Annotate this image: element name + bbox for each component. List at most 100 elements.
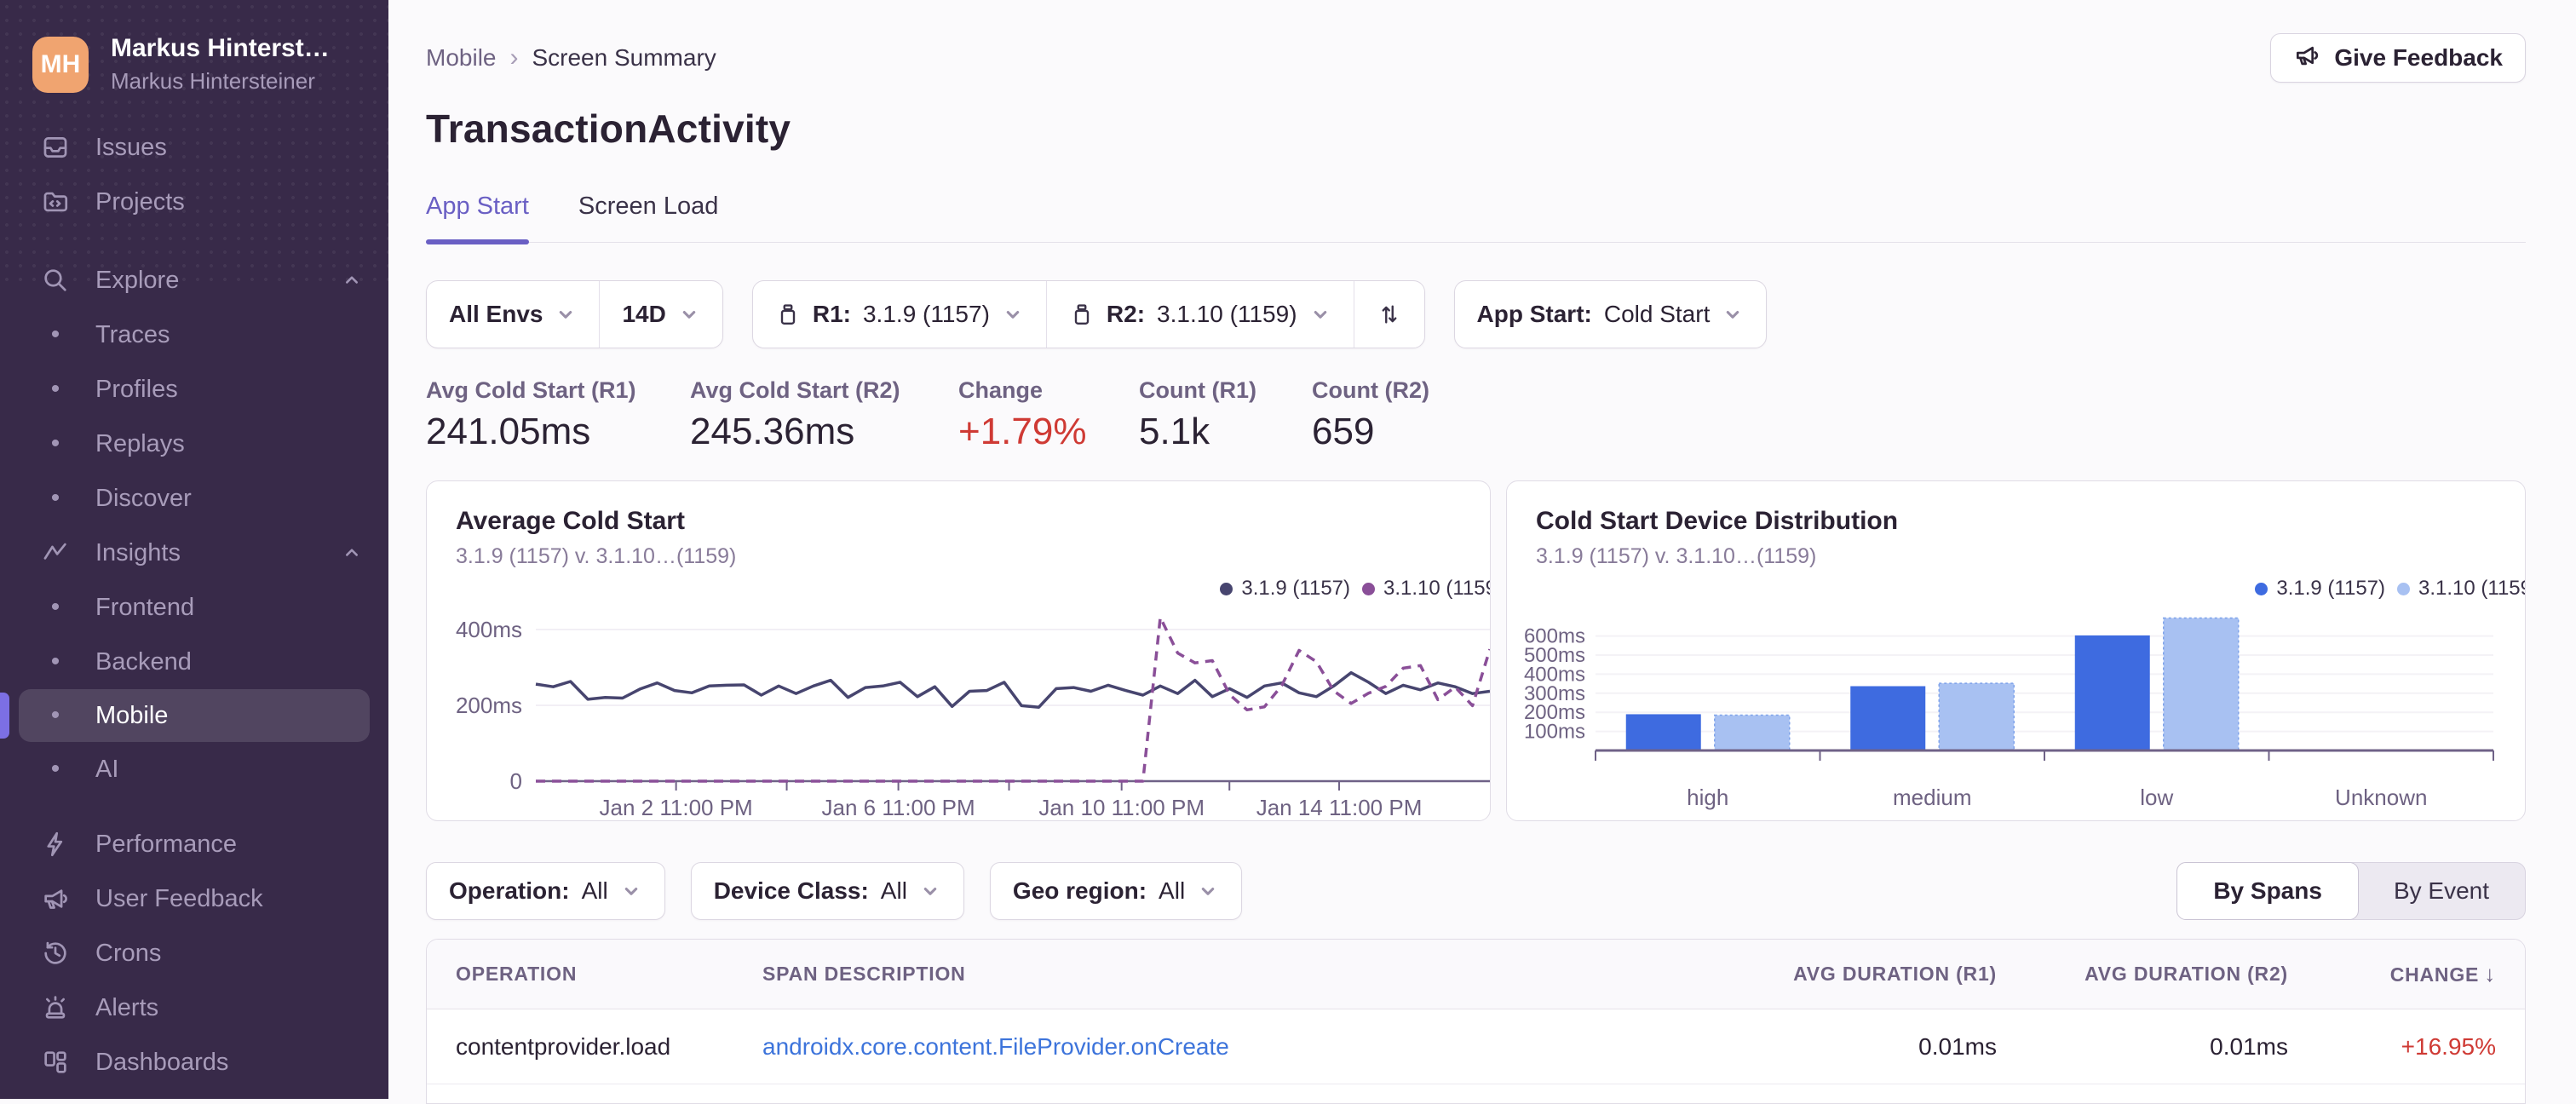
svg-text:0: 0 — [510, 768, 522, 794]
chart-title: Average Cold Start — [456, 507, 1490, 536]
filter-r2-[interactable]: R2:3.1.10 (1159) — [1046, 281, 1354, 348]
view-toggle: By SpansBy Event — [2176, 862, 2526, 920]
stat-value: 5.1k — [1139, 411, 1312, 453]
sidebar-nav: IssuesProjectsExplore•Traces•Profiles•Re… — [0, 120, 388, 1099]
column-header-change[interactable]: CHANGE↓ — [2288, 961, 2525, 987]
sidebar-item-releases[interactable]: Releases — [0, 1090, 388, 1099]
sidebar-item-insights[interactable]: Insights — [0, 526, 388, 580]
toggle-by-event[interactable]: By Event — [2358, 863, 2525, 919]
filter-group: All Envs14D — [426, 280, 723, 348]
filter-device-class-[interactable]: Device Class:All — [691, 862, 964, 920]
tab-app-start[interactable]: App Start — [426, 193, 529, 242]
breadcrumb-mobile[interactable]: Mobile — [426, 44, 496, 72]
legend-dot-icon — [1362, 583, 1375, 595]
chevron-down-icon — [555, 303, 577, 325]
org-switcher[interactable]: MH Markus Hinterst… Markus Hintersteiner — [0, 0, 388, 120]
filter-all-envs[interactable]: All Envs — [427, 281, 599, 348]
filter-bar: All Envs14D R1:3.1.9 (1157)R2:3.1.10 (115… — [426, 280, 2526, 348]
megaphone-icon — [37, 884, 73, 913]
sidebar-item-profiles[interactable]: •Profiles — [0, 362, 388, 417]
toggle-by-spans[interactable]: By Spans — [2176, 862, 2359, 920]
siren-icon — [37, 993, 73, 1022]
svg-text:200ms: 200ms — [456, 693, 522, 718]
bullet-icon: • — [37, 375, 73, 404]
chevron-down-icon — [919, 880, 941, 902]
sidebar-item-backend[interactable]: •Backend — [0, 635, 388, 689]
filter-r1-[interactable]: R1:3.1.9 (1157) — [753, 281, 1046, 348]
legend-entry[interactable]: 3.1.9 (1157) — [2255, 577, 2385, 601]
chevron-up-icon — [341, 269, 363, 291]
chart-subtitle: 3.1.9 (1157) v. 3.1.10…(1159) — [1536, 544, 2525, 569]
sidebar-item-discover[interactable]: •Discover — [0, 471, 388, 526]
sidebar-item-explore[interactable]: Explore — [0, 253, 388, 308]
chevron-down-icon — [678, 303, 700, 325]
filter-group: App Start:Cold Start — [1454, 280, 1768, 348]
user-display-name: Markus Hinterst… — [111, 34, 330, 63]
breadcrumb-chevron-icon: › — [509, 43, 518, 72]
sidebar: MH Markus Hinterst… Markus Hintersteiner… — [0, 0, 388, 1099]
svg-text:high: high — [1687, 785, 1728, 810]
column-header-span-description[interactable]: SPAN DESCRIPTION — [762, 963, 1639, 986]
chart-title: Cold Start Device Distribution — [1536, 507, 2525, 536]
sidebar-item-crons[interactable]: Crons — [0, 926, 388, 980]
svg-text:400ms: 400ms — [456, 617, 522, 642]
tab-screen-load[interactable]: Screen Load — [578, 193, 718, 242]
breadcrumb: Mobile › Screen Summary — [426, 43, 716, 72]
svg-text:Jan 6 11:00 PM: Jan 6 11:00 PM — [822, 795, 975, 820]
bullet-icon: • — [37, 593, 73, 622]
sidebar-item-performance[interactable]: Performance — [0, 817, 388, 871]
legend-entry[interactable]: 3.1.9 (1157) — [1220, 577, 1350, 601]
svg-text:low: low — [2140, 785, 2173, 810]
filter-swap-icon[interactable] — [1354, 281, 1424, 348]
stat-avg-cold-start-r1-: Avg Cold Start (R1)241.05ms — [426, 377, 690, 453]
chart-legend: 3.1.9 (1157) 3.1.10 (1159) — [1220, 577, 1491, 601]
filter-group: R1:3.1.9 (1157)R2:3.1.10 (1159) — [752, 280, 1425, 348]
sidebar-item-frontend[interactable]: •Frontend — [0, 580, 388, 635]
column-header-operation[interactable]: OPERATION — [427, 963, 762, 986]
sidebar-item-issues[interactable]: Issues — [0, 120, 388, 175]
sidebar-item-user-feedback[interactable]: User Feedback — [0, 871, 388, 926]
sidebar-item-dashboards[interactable]: Dashboards — [0, 1035, 388, 1090]
chevron-down-icon — [620, 880, 642, 902]
filter-14d[interactable]: 14D — [599, 281, 722, 348]
filter-app-start-[interactable]: App Start:Cold Start — [1455, 281, 1767, 348]
stat-value: 245.36ms — [690, 411, 958, 453]
bullet-icon: • — [37, 701, 73, 730]
sort-desc-icon: ↓ — [2484, 961, 2496, 986]
sidebar-item-traces[interactable]: •Traces — [0, 308, 388, 362]
operation-cell: contentprovider.load — [427, 1033, 762, 1061]
chart-subtitle: 3.1.9 (1157) v. 3.1.10…(1159) — [456, 544, 1490, 569]
sidebar-item-mobile[interactable]: •Mobile — [19, 689, 370, 742]
legend-entry[interactable]: 3.1.10 (1159) — [2397, 577, 2526, 601]
filter-operation-[interactable]: Operation:All — [426, 862, 665, 920]
page-title: TransactionActivity — [426, 106, 2526, 152]
folder-code-icon — [37, 187, 73, 216]
bar-chart: 100ms200ms300ms400ms500ms600mshighmedium… — [1507, 601, 2523, 821]
stats-row: Avg Cold Start (R1)241.05msAvg Cold Star… — [426, 377, 2526, 453]
stat-count-r2-: Count (R2)659 — [1312, 377, 1482, 453]
spans-table: OPERATIONSPAN DESCRIPTIONAVG DURATION (R… — [426, 939, 2526, 1104]
table-row: contentprovider.loadandroidx.core.conten… — [427, 1009, 2525, 1084]
give-feedback-button[interactable]: Give Feedback — [2270, 33, 2526, 83]
bullet-icon: • — [37, 484, 73, 513]
chevron-down-icon — [1002, 303, 1024, 325]
main-content: Mobile › Screen Summary Give Feedback Tr… — [388, 0, 2576, 1099]
filter-geo-region-[interactable]: Geo region:All — [990, 862, 1242, 920]
sidebar-item-ai[interactable]: •AI — [0, 742, 388, 796]
span-description-link[interactable]: androidx.core.content.FileProvider.onCre… — [762, 1033, 1639, 1061]
device-distribution-card: Cold Start Device Distribution 3.1.9 (11… — [1506, 480, 2526, 821]
svg-text:600ms: 600ms — [1524, 625, 1585, 648]
stat-avg-cold-start-r2-: Avg Cold Start (R2)245.36ms — [690, 377, 958, 453]
user-full-name: Markus Hintersteiner — [111, 68, 330, 95]
avatar: MH — [32, 37, 89, 93]
column-header-avg-duration-r2-[interactable]: AVG DURATION (R2) — [1997, 963, 2288, 986]
column-header-avg-duration-r1-[interactable]: AVG DURATION (R1) — [1639, 963, 1997, 986]
inbox-icon — [37, 133, 73, 162]
breadcrumb-current: Screen Summary — [532, 44, 716, 72]
sidebar-item-alerts[interactable]: Alerts — [0, 980, 388, 1035]
sidebar-item-projects[interactable]: Projects — [0, 175, 388, 229]
bullet-icon: • — [37, 755, 73, 784]
sidebar-item-replays[interactable]: •Replays — [0, 417, 388, 471]
chevron-up-icon — [341, 542, 363, 564]
legend-entry[interactable]: 3.1.10 (1159) — [1362, 577, 1491, 601]
